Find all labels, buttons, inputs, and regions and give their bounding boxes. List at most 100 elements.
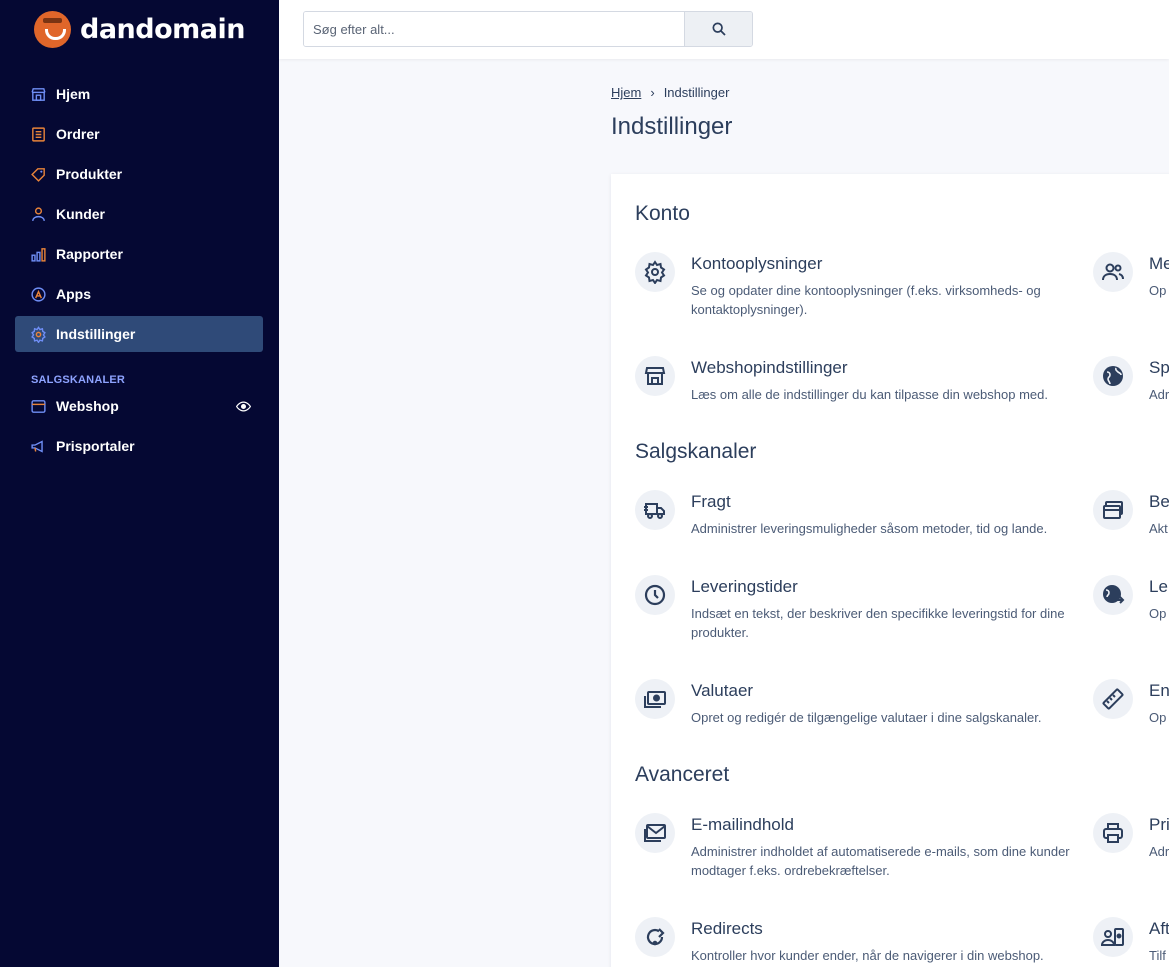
setting-leveringstider[interactable]: Leveringstider Indsæt en tekst, der besk… [635, 575, 1083, 642]
sidebar-item-label: Kunder [56, 206, 105, 222]
setting-description: Se og opdater dine kontooplysninger (f.e… [691, 283, 1041, 317]
setting-betaling[interactable]: Be Akt [1093, 490, 1169, 538]
setting-redirects[interactable]: Redirects Kontroller hvor kunder ender, … [635, 917, 1083, 965]
truck-icon [635, 490, 675, 530]
setting-title: Me [1149, 254, 1169, 273]
sidebar-item-label: Indstillinger [56, 326, 136, 342]
gear-icon [635, 252, 675, 292]
sidebar-item-label: Produkter [56, 166, 123, 182]
brand-logo[interactable]: dandomain [34, 11, 245, 48]
setting-sprog[interactable]: Sp Adr [1093, 356, 1169, 404]
sidebar-item-label: Rapporter [56, 246, 123, 262]
setting-valutaer[interactable]: Valutaer Opret og redigér de tilgængelig… [635, 679, 1083, 727]
users-icon [1093, 252, 1133, 292]
sidebar-item-label: Webshop [56, 398, 119, 414]
gear-icon [30, 325, 47, 343]
section-title-konto: Konto [635, 202, 690, 225]
mail-icon [635, 813, 675, 853]
section-title-avanceret: Avanceret [635, 763, 730, 786]
clock-icon [635, 575, 675, 615]
tag-icon [30, 166, 47, 183]
setting-description: Akt [1149, 521, 1168, 536]
setting-title: Sp [1149, 358, 1169, 377]
setting-title: Kontooplysninger [691, 254, 823, 273]
setting-title: Fragt [691, 492, 731, 511]
breadcrumb-home-link[interactable]: Hjem [611, 85, 641, 100]
sidebar-item-rapporter[interactable]: Rapporter [15, 236, 263, 272]
bar-chart-icon [30, 246, 47, 263]
apps-icon [30, 286, 47, 303]
setting-print[interactable]: Pri Adr fakt [1093, 813, 1169, 861]
setting-description: Op [1149, 606, 1167, 621]
setting-title: Valutaer [691, 681, 754, 700]
setting-description: Opret og redigér de tilgængelige valutae… [691, 710, 1042, 725]
megaphone-icon [30, 438, 47, 455]
setting-description: Administrer leveringsmuligheder såsom me… [691, 521, 1048, 536]
setting-description: Op [1149, 283, 1167, 298]
settings-card: Konto Kontooplysninger Se og opdater din… [611, 174, 1169, 967]
logo-icon [34, 11, 71, 48]
setting-e-mailindhold[interactable]: E-mailindhold Administrer indholdet af a… [635, 813, 1083, 880]
search-input[interactable] [304, 12, 684, 46]
orders-icon [30, 126, 47, 143]
setting-description: Adr [1149, 387, 1169, 402]
sidebar-item-indstillinger[interactable]: Indstillinger [15, 316, 263, 352]
setting-description: Administrer indholdet af automatiserede … [691, 844, 1070, 878]
main-nav: Hjem Ordrer Produkter Kunder Rapporter A… [15, 76, 263, 468]
printer-icon [1093, 813, 1133, 853]
breadcrumb: Hjem › Indstillinger [611, 85, 729, 100]
search-button[interactable] [684, 12, 752, 46]
setting-description: Op [1149, 710, 1167, 725]
setting-title: Webshopindstillinger [691, 358, 848, 377]
setting-description: Læs om alle de indstillinger du kan tilp… [691, 387, 1048, 402]
redirect-icon [635, 917, 675, 957]
sidebar-item-ordrer[interactable]: Ordrer [15, 116, 263, 152]
setting-enheder[interactable]: En Op [1093, 679, 1169, 727]
setting-kontooplysninger[interactable]: Kontooplysninger Se og opdater dine kont… [635, 252, 1083, 319]
page-title: Indstillinger [611, 113, 733, 140]
sidebar-item-kunder[interactable]: Kunder [15, 196, 263, 232]
setting-description: Kontroller hvor kunder ender, når de nav… [691, 948, 1044, 963]
breadcrumb-current: Indstillinger [663, 85, 730, 100]
store-icon [30, 86, 47, 103]
storefront-icon [635, 356, 675, 396]
setting-title: En [1149, 681, 1169, 700]
setting-webshopindstillinger[interactable]: Webshopindstillinger Læs om alle de inds… [635, 356, 1083, 404]
chevron-right-icon: › [650, 85, 655, 100]
sidebar-item-label: Ordrer [56, 126, 100, 142]
setting-description: Indsæt en tekst, der beskriver den speci… [691, 606, 1065, 640]
brand-name: dandomain [80, 14, 245, 45]
setting-title: Aft [1149, 919, 1169, 938]
sidebar: dandomain Hjem Ordrer Produkter Kunder R… [0, 0, 279, 967]
setting-title: Redirects [691, 919, 763, 938]
globe-icon [1093, 356, 1133, 396]
setting-title: Pri [1149, 815, 1169, 834]
setting-title: Be [1149, 492, 1169, 511]
search-bar [303, 11, 753, 47]
globe-arrow-icon [1093, 575, 1133, 615]
setting-title: E-mailindhold [691, 815, 794, 834]
eye-icon[interactable] [236, 399, 251, 414]
setting-aftaler[interactable]: Aft Tilf [1093, 917, 1169, 965]
ruler-icon [1093, 679, 1133, 719]
sidebar-item-webshop[interactable]: Webshop [15, 388, 263, 424]
section-title-salgskanaler: Salgskanaler [635, 440, 757, 463]
setting-description: Adr fakt [1149, 844, 1169, 859]
sidebar-section-salgskanaler: SALGSKANALER [31, 374, 126, 386]
setting-levering-lande[interactable]: Le Op [1093, 575, 1169, 623]
sidebar-item-prisportaler[interactable]: Prisportaler [15, 428, 263, 464]
sidebar-item-label: Apps [56, 286, 91, 302]
browser-icon [30, 398, 47, 415]
topbar [279, 0, 1169, 59]
setting-title: Le [1149, 577, 1168, 596]
credit-card-icon [1093, 490, 1133, 530]
sidebar-item-hjem[interactable]: Hjem [15, 76, 263, 112]
sidebar-item-produkter[interactable]: Produkter [15, 156, 263, 192]
money-icon [635, 679, 675, 719]
setting-fragt[interactable]: Fragt Administrer leveringsmuligheder så… [635, 490, 1083, 538]
sidebar-item-apps[interactable]: Apps [15, 276, 263, 312]
setting-medarbejdere[interactable]: Me Op [1093, 252, 1169, 300]
sidebar-item-label: Hjem [56, 86, 91, 102]
user-icon [30, 206, 47, 223]
sidebar-item-label: Prisportaler [56, 438, 135, 454]
